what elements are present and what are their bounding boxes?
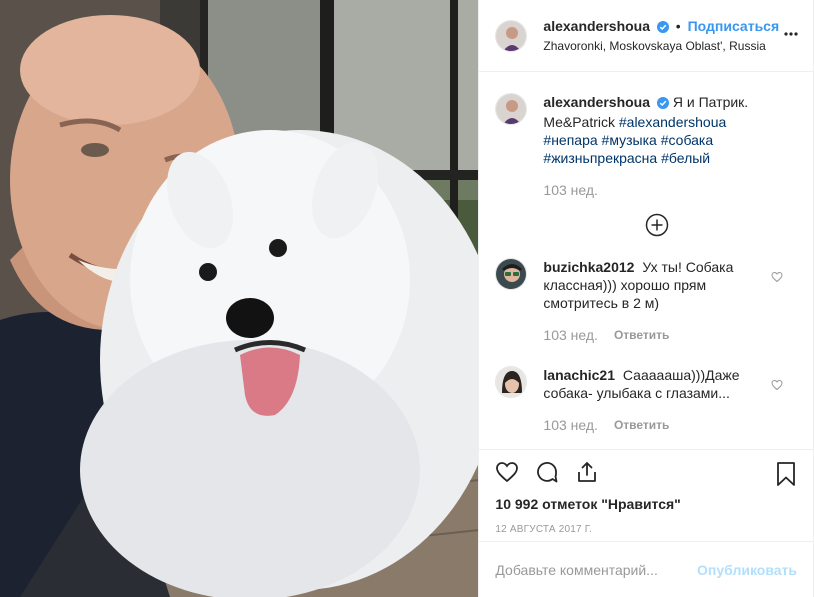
post-header: alexandershoua • Подписаться Zhavoronki,… bbox=[479, 0, 813, 72]
comment-meta: 103 нед. Ответить bbox=[543, 326, 773, 344]
comment-username[interactable]: lanachic21 bbox=[543, 367, 615, 383]
hashtag-link[interactable]: #жизньпрекрасна bbox=[543, 150, 657, 166]
post-photo[interactable] bbox=[0, 0, 479, 597]
caption-row: alexandershoua Я и Патрик. Me&Patrick #a… bbox=[495, 93, 797, 199]
hashtag-link[interactable]: #непара bbox=[543, 132, 597, 148]
comment-body: buzichka2012 Ух ты! Собака классная))) х… bbox=[543, 258, 773, 344]
avatar[interactable] bbox=[495, 19, 528, 52]
post-container: alexandershoua • Подписаться Zhavoronki,… bbox=[0, 0, 814, 597]
caption-body: alexandershoua Я и Патрик. Me&Patrick #a… bbox=[543, 93, 773, 199]
post-sidebar: alexandershoua • Подписаться Zhavoronki,… bbox=[478, 0, 813, 597]
action-icons-row bbox=[495, 450, 797, 496]
comment-time[interactable]: 103 нед. bbox=[543, 326, 598, 344]
comment-meta: 103 нед. Ответить bbox=[543, 416, 773, 434]
verified-badge-icon bbox=[657, 95, 670, 113]
likes-count[interactable]: 10 992 отметок "Нравится" bbox=[495, 496, 797, 512]
hashtag-link[interactable]: #белый bbox=[661, 150, 710, 166]
hashtag-link[interactable]: #alexandershoua bbox=[619, 114, 726, 130]
share-icon[interactable] bbox=[575, 460, 599, 487]
comment-input[interactable] bbox=[495, 561, 698, 578]
caption-time[interactable]: 103 нед. bbox=[543, 181, 598, 199]
comment-time[interactable]: 103 нед. bbox=[543, 416, 598, 434]
speech-bubble-icon[interactable] bbox=[535, 460, 559, 487]
publish-button[interactable]: Опубликовать bbox=[697, 562, 797, 578]
avatar-image bbox=[496, 367, 527, 397]
heart-outline-icon[interactable] bbox=[495, 460, 519, 487]
avatar-image bbox=[496, 94, 527, 124]
separator-dot: • bbox=[675, 17, 681, 34]
avatar[interactable] bbox=[495, 366, 528, 398]
post-date[interactable]: 12 августа 2017 г. bbox=[495, 524, 797, 535]
author-username[interactable]: alexandershoua bbox=[543, 18, 650, 34]
heart-outline-icon[interactable] bbox=[771, 378, 783, 394]
avatar[interactable] bbox=[495, 93, 528, 125]
add-comment-bar: Опубликовать bbox=[479, 541, 813, 597]
bookmark-icon[interactable] bbox=[775, 461, 797, 490]
verified-badge-icon bbox=[656, 19, 669, 37]
avatar-image bbox=[496, 20, 527, 51]
comment-body: lanachic21 Саааааша)))Даже собака- улыба… bbox=[543, 366, 773, 434]
post-photo-image bbox=[0, 0, 479, 597]
post-actions: 10 992 отметок "Нравится" 12 августа 201… bbox=[479, 449, 813, 541]
caption-username[interactable]: alexandershoua bbox=[543, 94, 650, 110]
hashtag-link[interactable]: #музыка bbox=[602, 132, 657, 148]
comment-username[interactable]: buzichka2012 bbox=[543, 259, 634, 275]
more-options-icon[interactable] bbox=[783, 26, 799, 45]
caption-meta: 103 нед. bbox=[543, 181, 773, 199]
reply-button[interactable]: Ответить bbox=[614, 326, 669, 344]
comments-section: alexandershoua Я и Патрик. Me&Patrick #a… bbox=[479, 73, 813, 449]
plus-circle-icon[interactable] bbox=[645, 213, 797, 240]
avatar[interactable] bbox=[495, 258, 528, 290]
comment-item: buzichka2012 Ух ты! Собака классная))) х… bbox=[495, 258, 797, 344]
hashtag-link[interactable]: #собака bbox=[661, 132, 713, 148]
comment-item: lanachic21 Саааааша)))Даже собака- улыба… bbox=[495, 366, 797, 434]
post-location[interactable]: Zhavoronki, Moskovskaya Oblast', Russia bbox=[543, 37, 779, 55]
follow-button[interactable]: Подписаться bbox=[688, 18, 780, 34]
heart-outline-icon[interactable] bbox=[771, 270, 783, 286]
avatar-image bbox=[496, 259, 527, 289]
reply-button[interactable]: Ответить bbox=[614, 416, 669, 434]
header-text: alexandershoua • Подписаться Zhavoronki,… bbox=[543, 17, 779, 55]
